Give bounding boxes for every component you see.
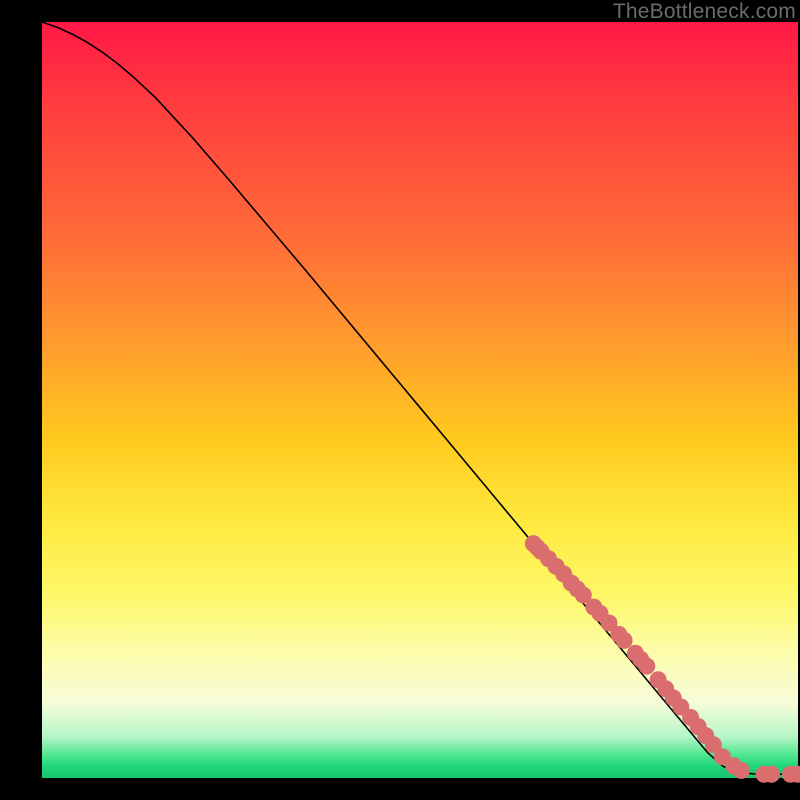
series-line	[42, 22, 798, 774]
chart-frame: TheBottleneck.com	[0, 0, 800, 800]
data-point	[616, 632, 633, 649]
data-point	[763, 766, 780, 783]
data-point	[638, 658, 655, 675]
chart-svg	[42, 22, 798, 778]
plot-area	[42, 22, 798, 778]
watermark-text: TheBottleneck.com	[613, 0, 796, 24]
data-point	[733, 762, 750, 779]
markers-group	[525, 535, 800, 783]
